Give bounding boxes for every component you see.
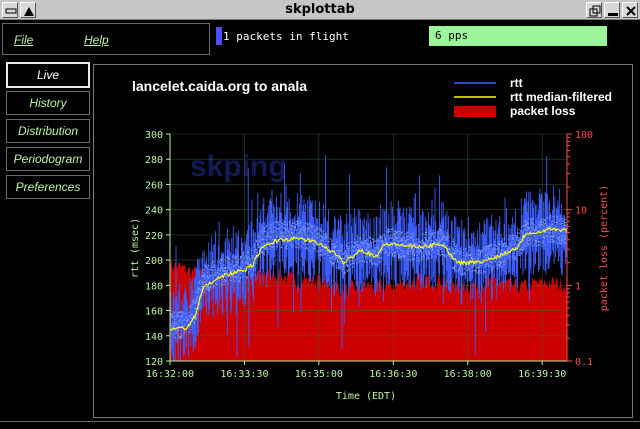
y-tick-label: 180: [145, 281, 163, 292]
tab-history[interactable]: History: [6, 91, 90, 115]
minimize-button[interactable]: [604, 2, 620, 18]
y2-tick-label: 1: [575, 281, 581, 292]
y-tick-label: 280: [145, 155, 163, 166]
chart-panel: skping 120 140 160 180 200 220 240 260 280 300 16:…: [93, 64, 633, 418]
y-tick-label: 220: [145, 231, 163, 242]
tab-periodogram[interactable]: Periodogram: [6, 147, 90, 171]
menu-container: File Help: [2, 23, 210, 55]
legend-label: rtt: [510, 76, 523, 90]
minimize-icon: [608, 13, 618, 16]
x-tick-label: 16:33:30: [220, 369, 268, 380]
y2-tick-label: 0.1: [575, 357, 593, 368]
tab-live[interactable]: Live: [6, 62, 90, 88]
y2-axis-label: packet loss (percent): [599, 185, 610, 311]
tab-history-label: History: [29, 96, 67, 110]
legend-label: packet loss: [510, 104, 576, 118]
window-titlebar[interactable]: skplottab: [0, 0, 640, 20]
file-menu[interactable]: File: [14, 33, 33, 47]
chart-title: lancelet.caida.org to anala: [132, 78, 307, 94]
close-button[interactable]: [622, 2, 638, 18]
tab-distribution-label: Distribution: [17, 124, 79, 138]
tab-live-label: Live: [36, 68, 59, 82]
restore-icon: [589, 5, 601, 17]
y-tick-label: 160: [145, 307, 163, 318]
y-tick-label: 240: [145, 206, 163, 217]
sidebar: Live History Distribution Periodogram Pr…: [2, 59, 92, 419]
y2-tick-label: 10: [575, 206, 587, 217]
y-tick-label: 120: [145, 357, 163, 368]
x-tick-label: 16:36:30: [369, 369, 417, 380]
x-tick-label: 16:39:30: [518, 369, 566, 380]
help-menu[interactable]: Help: [84, 33, 109, 47]
tab-periodogram-label: Periodogram: [13, 152, 83, 166]
window-bottom-edge: [0, 421, 640, 429]
y-axis-label: rtt (msec): [130, 218, 141, 278]
x-tick-label: 16:32:00: [146, 369, 194, 380]
tab-preferences[interactable]: Preferences: [6, 175, 90, 199]
x-tick-label: 16:35:00: [295, 369, 343, 380]
x-axis-label: Time (EDT): [336, 391, 396, 402]
y-tick-label: 140: [145, 332, 163, 343]
close-icon: [626, 6, 636, 16]
pps-status-box: 6 pps: [429, 26, 607, 46]
rtt-chart: skping 120 140 160 180 200 220 240 260 280 300 16:…: [130, 76, 612, 402]
legend-label: rtt median-filtered: [510, 90, 612, 104]
x-tick-label: 16:38:00: [444, 369, 492, 380]
legend-swatch-loss: [454, 106, 496, 117]
skping-watermark: skping: [190, 150, 287, 183]
tab-distribution[interactable]: Distribution: [6, 119, 90, 143]
restore-button[interactable]: [586, 2, 602, 18]
y-tick-label: 260: [145, 180, 163, 191]
y-tick-label: 200: [145, 256, 163, 267]
pps-status: 6 pps: [435, 29, 469, 42]
tab-preferences-label: Preferences: [15, 180, 81, 194]
y2-tick-label: 100: [575, 130, 593, 141]
y-tick-label: 300: [145, 130, 163, 141]
in-flight-indicator: [216, 27, 222, 45]
in-flight-status: 1 packets in flight: [223, 30, 349, 43]
window-title: skplottab: [285, 2, 355, 17]
